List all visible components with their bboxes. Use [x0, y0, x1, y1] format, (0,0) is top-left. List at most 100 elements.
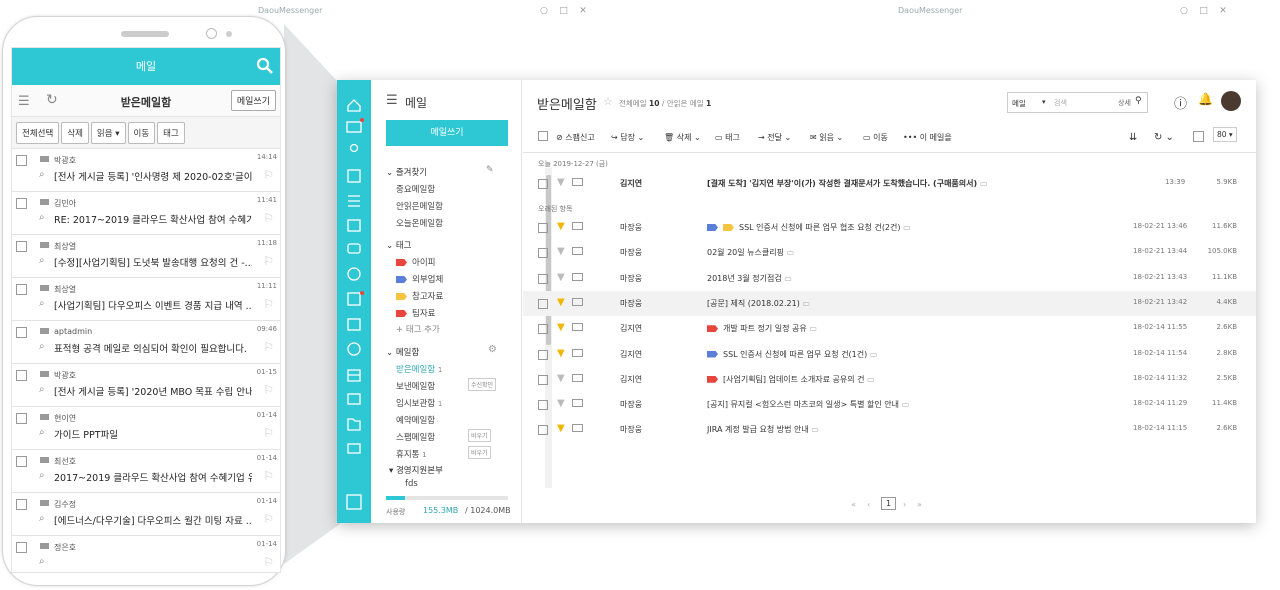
select-all-checkbox[interactable] — [538, 131, 548, 141]
preview-toggle-icon[interactable] — [1193, 131, 1204, 142]
table-row[interactable]: ▼ 마장웅 JIRA 계정 발급 요청 방법 안내 ▭ 18-02-14 11:15 2… — [523, 417, 1256, 442]
item-checkbox[interactable] — [16, 155, 27, 166]
forward-button[interactable]: → 전달 ⌄ — [758, 132, 791, 143]
move-button[interactable]: ▭ 이동 — [863, 132, 888, 143]
row-subject[interactable]: [결재 도착] '김지연 부장'이(가) 작성한 결재문서가 도착했습니다. (… — [707, 178, 988, 189]
table-row[interactable]: ▼ 마장웅 [공지] 뮤지컬 <험오스런 마츠코의 일생> 특별 할인 안내 ▭ 18… — [523, 392, 1256, 417]
row-subject[interactable]: [공지] 뮤지컬 <험오스런 마츠코의 일생> 특별 할인 안내 ▭ — [707, 399, 909, 410]
more-actions-button[interactable]: ••• 이 메일을 — [903, 132, 952, 143]
spam-report-button[interactable]: ⊘ 스팸신고 — [556, 132, 595, 143]
hamburger-icon[interactable]: ☰ — [386, 93, 398, 108]
flag-icon[interactable]: ▼ — [557, 246, 565, 257]
detail-search-link[interactable]: 상세 — [1118, 98, 1131, 108]
sidebar-item-mailbox[interactable]: 예약메일함 — [396, 414, 435, 426]
list-item[interactable]: 박광호 ⌕ [전사 게시글 등록] '인사명령 제 2020-02호'글이 ... 1… — [12, 149, 280, 192]
list-item[interactable]: 최상열 ⌕ [수정][사업기획팀] 도넛북 발송대행 요청의 건 -... 11:18… — [12, 235, 280, 278]
item-checkbox[interactable] — [16, 542, 27, 553]
item-checkbox[interactable] — [16, 241, 27, 252]
reply-button[interactable]: ↪ 답장 ⌄ — [611, 132, 644, 143]
search-icon[interactable] — [256, 57, 274, 75]
item-checkbox[interactable] — [16, 284, 27, 295]
item-checkbox[interactable] — [16, 456, 27, 467]
flag-icon[interactable]: ▼ — [557, 398, 565, 409]
sidebar-item-today[interactable]: 오늘온메일함 — [396, 217, 443, 229]
row-subject[interactable]: 2018년 3월 정기점검 ▭ — [707, 273, 792, 284]
gear-icon[interactable]: ⚙ — [488, 344, 497, 355]
sidebar-item-important[interactable]: 중요메일함 — [396, 183, 435, 195]
table-row[interactable]: ▼ 마장웅 [공문] 제직 (2018.02.21) ▭ 18-02-21 13:42… — [523, 290, 1256, 316]
move-button[interactable]: 이동 — [127, 122, 156, 144]
tags-heading[interactable]: ⌄ 태그 — [386, 239, 411, 251]
sidebar-item-mailbox[interactable]: 받은메일함 1 — [396, 363, 442, 375]
row-checkbox[interactable] — [538, 298, 548, 309]
row-checkbox[interactable] — [538, 349, 548, 360]
prev-page-icon[interactable]: ‹ — [867, 500, 870, 509]
table-row[interactable]: ▼ 마장웅 02월 20일 뉴스클리핑 ▭ 18-02-21 13:44 105.0KB — [523, 240, 1256, 265]
tag-item[interactable]: 참고자료 — [396, 290, 443, 302]
row-checkbox[interactable] — [538, 400, 548, 411]
row-checkbox[interactable] — [538, 223, 548, 233]
flag-icon[interactable]: ▼ — [557, 373, 565, 384]
bell-icon[interactable]: 🔔 — [1198, 92, 1213, 106]
list-item[interactable]: 최상열 ⌕ [사업기획팀] 다우오피스 이벤트 경품 지급 내역 ... 11:11 ⚐ — [12, 278, 280, 321]
item-checkbox[interactable] — [16, 370, 27, 381]
row-subject[interactable]: [사업기획팀] 업데이트 소개자료 공유의 건 ▭ — [707, 374, 875, 385]
window-controls-left[interactable]: ○ □ ✕ — [540, 6, 587, 16]
next-page-icon[interactable]: › — [903, 500, 906, 509]
delete-button[interactable]: 🗑 삭제 ⌄ — [664, 132, 701, 143]
tag-button[interactable]: ▭ 태그 — [715, 132, 740, 143]
row-checkbox[interactable] — [538, 248, 548, 259]
mailbox-action-badge[interactable]: 비우기 — [468, 446, 491, 459]
item-checkbox[interactable] — [16, 327, 27, 338]
row-checkbox[interactable] — [538, 273, 548, 284]
read-button[interactable]: ✉ 읽음 ⌄ — [810, 132, 843, 143]
list-item[interactable]: 김수정 ⌕ [에드너스/다우기술] 다우오피스 월간 미팅 자료 ... 01-14 ⚐ — [12, 493, 280, 536]
search-icon[interactable]: ⚲ — [1135, 96, 1142, 106]
add-tag-link[interactable]: + 태그 추가 — [396, 323, 440, 335]
row-subject[interactable]: 개발 파트 정기 일정 공유 ▭ — [707, 323, 817, 334]
item-checkbox[interactable] — [16, 499, 27, 510]
last-page-icon[interactable]: » — [917, 500, 922, 509]
write-mail-button[interactable]: 메일쓰기 — [386, 120, 508, 146]
sidebar-item-mailbox[interactable]: 스팸메일함 — [396, 431, 435, 443]
flag-icon[interactable]: ▼ — [557, 348, 565, 359]
tag-item[interactable]: 외부업체 — [396, 273, 443, 285]
list-item[interactable]: 현이연 ⌕ 가이드 PPT파일 01-14 ⚐ — [12, 407, 280, 450]
tag-item[interactable]: 아이피 — [396, 256, 435, 268]
mailbox-action-badge[interactable]: 수신확인 — [468, 378, 497, 391]
flag-icon[interactable]: ⚐ — [263, 254, 274, 268]
tag-button[interactable]: 태그 — [157, 122, 185, 144]
row-subject[interactable]: 02월 20일 뉴스클리핑 ▭ — [707, 247, 794, 258]
tag-item[interactable]: 팀자료 — [396, 307, 435, 319]
group-heading[interactable]: ▾ 경영지원본부 — [389, 464, 443, 476]
search-box[interactable]: 메일 ▾ 검색 상세 ⚲ — [1007, 92, 1148, 113]
mailbox-action-badge[interactable]: 비우기 — [468, 429, 491, 442]
sort-icon[interactable]: ⇊ — [1129, 132, 1137, 143]
dropdown-caret-icon[interactable]: ▾ — [1042, 98, 1046, 106]
search-scope-select[interactable]: 메일 — [1012, 98, 1026, 109]
row-subject[interactable]: [공문] 제직 (2018.02.21) ▭ — [707, 298, 810, 309]
first-page-icon[interactable]: « — [851, 500, 856, 509]
sidebar-item-unread[interactable]: 안읽은메일함 — [396, 200, 443, 212]
delete-button[interactable]: 삭제 — [61, 122, 89, 144]
flag-icon[interactable]: ▼ — [557, 221, 565, 232]
row-checkbox[interactable] — [538, 374, 548, 385]
flag-icon[interactable]: ⚐ — [263, 340, 274, 354]
list-item[interactable]: 박광호 ⌕ [전사 게시글 등록] '2020년 MBO 목표 수립 안내 '...… — [12, 364, 280, 407]
help-icon[interactable]: ⓘ — [1174, 93, 1187, 112]
select-all-button[interactable]: 전체선택 — [16, 122, 60, 144]
flag-icon[interactable]: ▼ — [557, 177, 565, 188]
row-subject[interactable]: JIRA 계정 발급 요청 방법 안내 ▭ — [707, 424, 819, 435]
flag-icon[interactable]: ⚐ — [263, 426, 274, 440]
favorites-heading[interactable]: ⌄ 즐겨찾기 — [386, 166, 427, 178]
item-checkbox[interactable] — [16, 198, 27, 209]
list-item[interactable]: 정은호 ⌕ 01-14 ⚐ — [12, 536, 280, 572]
table-row[interactable]: ▼ 김지연 [결재 도착] '김지연 부장'이(가) 작성한 결재문서가 도착했습니… — [523, 171, 1256, 196]
flag-icon[interactable]: ▼ — [557, 423, 565, 434]
flag-icon[interactable]: ▼ — [557, 322, 565, 333]
sidebar-item-mailbox[interactable]: 임시보관함 1 — [396, 397, 442, 409]
flag-icon[interactable]: ⚐ — [263, 383, 274, 397]
flag-icon[interactable]: ▼ — [557, 272, 565, 283]
read-dropdown-button[interactable]: 읽음 ▾ — [90, 122, 126, 144]
star-icon[interactable]: ☆ — [603, 95, 613, 108]
